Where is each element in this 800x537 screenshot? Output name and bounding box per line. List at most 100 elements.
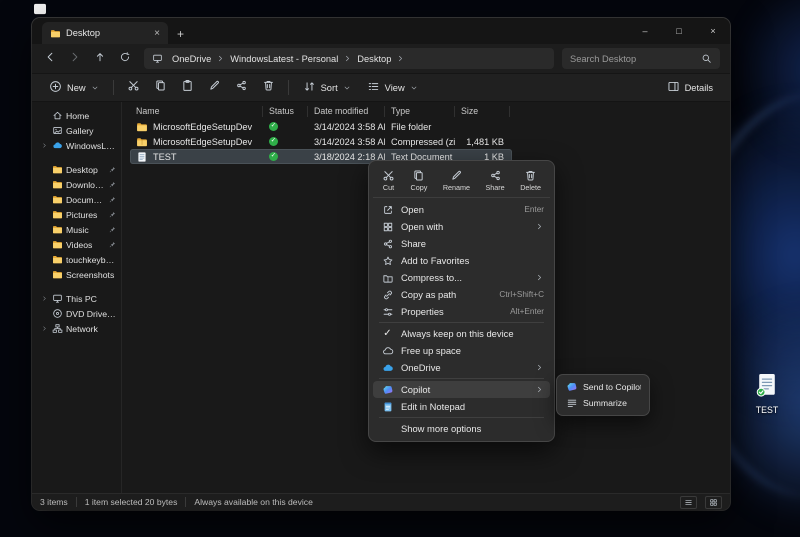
menu-item-compress-to[interactable]: Compress to... <box>373 269 550 286</box>
chevron-right-icon <box>535 222 544 231</box>
list-view-toggle[interactable] <box>680 496 697 509</box>
menu-item-always-keep-on-this-device[interactable]: ✓Always keep on this device <box>373 325 550 342</box>
menu-item-show-more-options[interactable]: Show more options <box>373 420 550 437</box>
sidebar-item-this-pc[interactable]: This PC <box>37 291 118 306</box>
menu-item-free-up-space[interactable]: Free up space <box>373 342 550 359</box>
tab-close-icon[interactable]: × <box>151 28 163 39</box>
copy-button[interactable] <box>148 77 173 99</box>
new-tab-button[interactable]: + <box>177 27 184 41</box>
submenu-item-send-to-copilot[interactable]: Send to Copilot <box>561 379 645 395</box>
forward-button[interactable] <box>63 48 86 70</box>
column-header-name[interactable]: Name <box>130 106 263 117</box>
menu-item-edit-in-notepad[interactable]: Edit in Notepad <box>373 398 550 415</box>
search-input[interactable] <box>570 54 695 64</box>
status-divider <box>76 497 77 507</box>
onedrive-icon <box>381 362 394 374</box>
sidebar-item-pictures[interactable]: Pictures <box>37 207 118 222</box>
breadcrumb-item[interactable]: OneDrive <box>168 53 215 65</box>
column-header-size[interactable]: Size <box>455 106 510 117</box>
sidebar-item-gallery[interactable]: Gallery <box>37 123 118 138</box>
menu-shortcut: Enter <box>524 205 544 214</box>
sidebar-item-label: Gallery <box>66 126 116 136</box>
copy-path-icon <box>381 289 394 301</box>
navigation-pane: Home Gallery WindowsLatest - P DesktopDownl… <box>32 102 122 493</box>
cut-button[interactable] <box>121 77 146 99</box>
grid-view-toggle[interactable] <box>705 496 722 509</box>
up-button[interactable] <box>88 48 111 70</box>
quick-action-copy[interactable]: Copy <box>407 167 432 194</box>
sidebar-item-network[interactable]: Network <box>37 321 118 336</box>
column-header-date-modified[interactable]: Date modified <box>308 106 385 117</box>
menu-item-add-to-favorites[interactable]: Add to Favorites <box>373 252 550 269</box>
breadcrumb-item[interactable]: Desktop <box>353 53 395 65</box>
breadcrumb[interactable]: OneDrive WindowsLatest - Personal Desktop <box>144 48 554 69</box>
sidebar-item-dvd-drive-d-ccc[interactable]: DVD Drive (D:) CCC <box>37 306 118 321</box>
sidebar-item-home[interactable]: Home <box>37 108 118 123</box>
plus-circle-icon <box>49 80 62 95</box>
expander-chevron-icon <box>41 325 49 332</box>
delete-button[interactable] <box>256 77 281 99</box>
column-header-type[interactable]: Type <box>385 106 455 117</box>
sidebar-item-downloads[interactable]: Downloads <box>37 177 118 192</box>
paste-button[interactable] <box>175 77 200 99</box>
quick-action-label: Copy <box>411 183 428 192</box>
menu-item-open-with[interactable]: Open with <box>373 218 550 235</box>
quick-action-cut[interactable]: Cut <box>378 167 399 194</box>
desktop-icon-partial[interactable] <box>33 2 47 14</box>
sidebar-item-label: This PC <box>66 294 116 304</box>
file-type-cell: File folder <box>385 122 455 132</box>
sidebar-item-videos[interactable]: Videos <box>37 237 118 252</box>
share-button[interactable] <box>229 77 254 99</box>
menu-item-properties[interactable]: PropertiesAlt+Enter <box>373 303 550 320</box>
open-icon <box>381 204 394 216</box>
chevron-right-icon <box>535 363 544 372</box>
file-name: TEST <box>153 152 176 162</box>
menu-item-share[interactable]: Share <box>373 235 550 252</box>
minimize-button[interactable]: – <box>628 18 662 44</box>
details-button[interactable]: Details <box>660 77 720 98</box>
column-label: Type <box>391 106 410 116</box>
sidebar-item-windowslatest-p[interactable]: WindowsLatest - P <box>37 138 118 153</box>
file-name: MicrosoftEdgeSetupDev <box>153 122 252 132</box>
menu-item-open[interactable]: OpenEnter <box>373 201 550 218</box>
menu-item-copilot[interactable]: Copilot <box>373 381 550 398</box>
sidebar-item-screenshots[interactable]: Screenshots <box>37 267 118 282</box>
file-row[interactable]: MicrosoftEdgeSetupDev✓3/14/2024 3:58 AMF… <box>130 119 512 134</box>
back-button[interactable] <box>38 48 61 70</box>
tab-desktop[interactable]: Desktop × <box>42 22 168 44</box>
sort-button[interactable]: Sort <box>296 77 358 98</box>
desktop-shortcut-icon <box>754 372 780 403</box>
toolbar-icon-buttons <box>121 77 281 99</box>
quick-action-delete[interactable]: Delete <box>516 167 545 194</box>
menu-item-onedrive[interactable]: OneDrive <box>373 359 550 376</box>
search-box[interactable] <box>562 48 720 69</box>
pin-icon <box>109 181 116 188</box>
menu-separator <box>379 417 544 418</box>
column-label: Name <box>136 106 159 116</box>
sidebar-item-music[interactable]: Music <box>37 222 118 237</box>
breadcrumb-item[interactable]: WindowsLatest - Personal <box>226 53 342 65</box>
submenu-item-summarize[interactable]: Summarize <box>561 395 645 411</box>
desktop-shortcut-test[interactable]: TEST <box>744 372 790 415</box>
file-row[interactable]: MicrosoftEdgeSetupDev✓3/14/2024 3:58 AMC… <box>130 134 512 149</box>
sidebar-item-documents[interactable]: Documents <box>37 192 118 207</box>
close-button[interactable]: × <box>696 18 730 44</box>
cloud-icon <box>381 345 394 357</box>
rename-button[interactable] <box>202 77 227 99</box>
sidebar-item-label: WindowsLatest - P <box>66 141 116 151</box>
menu-item-copy-as-path[interactable]: Copy as pathCtrl+Shift+C <box>373 286 550 303</box>
folder-icon <box>136 121 148 133</box>
view-button[interactable]: View <box>360 77 425 98</box>
sidebar-item-touchkeyboard[interactable]: touchkeyboard <box>37 252 118 267</box>
copilot-submenu: Send to CopilotSummarize <box>556 374 650 416</box>
sidebar-item-desktop[interactable]: Desktop <box>37 162 118 177</box>
maximize-button[interactable]: □ <box>662 18 696 44</box>
file-date-cell: 3/14/2024 3:58 AM <box>308 122 385 132</box>
quick-action-share[interactable]: Share <box>482 167 509 194</box>
quick-action-rename[interactable]: Rename <box>439 167 474 194</box>
refresh-button[interactable] <box>113 48 136 70</box>
new-button[interactable]: New <box>42 77 106 98</box>
column-header-status[interactable]: Status <box>263 106 308 117</box>
file-date-modified: 3/14/2024 3:58 AM <box>314 137 385 147</box>
delete-icon <box>524 169 537 182</box>
